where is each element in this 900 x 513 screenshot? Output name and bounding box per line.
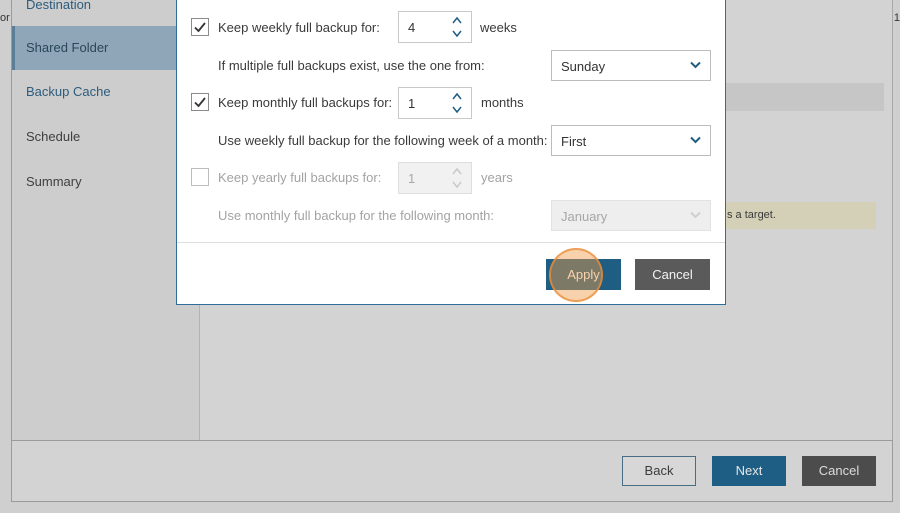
weekly-label: Keep weekly full backup for: <box>218 20 380 35</box>
monthly-checkbox[interactable] <box>191 93 209 111</box>
yearly-count-value: 1 <box>408 171 416 186</box>
weekly-count-stepper[interactable]: 4 <box>398 11 472 43</box>
check-icon <box>194 97 206 108</box>
yearly-count-stepper[interactable]: 1 <box>398 162 472 194</box>
divider <box>892 0 893 440</box>
monthly-label: Keep monthly full backups for: <box>218 95 393 110</box>
weekly-day-select[interactable]: Sunday <box>551 50 711 81</box>
chevron-down-icon <box>690 61 701 69</box>
background-panel-band <box>700 83 884 111</box>
weekly-day-label: If multiple full backups exist, use the … <box>218 58 485 73</box>
sidebar-item-shared-folder[interactable]: Shared Folder <box>12 26 199 70</box>
monthly-count-stepper[interactable]: 1 <box>398 87 472 119</box>
wizard-cancel-button[interactable]: Cancel <box>802 456 876 486</box>
edge-text-left: or <box>0 12 10 24</box>
dialog-cancel-button[interactable]: Cancel <box>635 259 710 290</box>
yearly-month-select[interactable]: January <box>551 200 711 231</box>
monthly-week-value: First <box>561 134 587 149</box>
warning-banner: s a target. <box>700 202 876 229</box>
check-icon <box>194 22 206 33</box>
retention-dialog: Keep weekly full backup for: 4 weeks If … <box>176 0 726 305</box>
weekly-unit: weeks <box>480 20 517 35</box>
edge-text-right: 1 <box>893 12 900 24</box>
monthly-unit: months <box>481 95 524 110</box>
yearly-unit: years <box>481 170 513 185</box>
apply-button[interactable]: Apply <box>546 259 621 290</box>
weekly-checkbox[interactable] <box>191 18 209 36</box>
yearly-month-label: Use monthly full backup for the followin… <box>218 208 495 223</box>
monthly-week-label: Use weekly full backup for the following… <box>218 133 548 148</box>
monthly-week-select[interactable]: First <box>551 125 711 156</box>
back-button[interactable]: Back <box>622 456 696 486</box>
sidebar-item-schedule[interactable]: Schedule <box>12 115 199 159</box>
dialog-footer-divider <box>177 242 725 243</box>
sidebar-item-destination[interactable]: Destination <box>12 0 199 27</box>
yearly-checkbox[interactable] <box>191 168 209 186</box>
sidebar-item-summary[interactable]: Summary <box>12 160 199 204</box>
sidebar-item-backup-cache[interactable]: Backup Cache <box>12 70 199 114</box>
weekly-day-value: Sunday <box>561 59 606 74</box>
chevron-down-icon <box>690 211 701 219</box>
stepper-arrows-icon[interactable] <box>451 91 463 115</box>
next-button[interactable]: Next <box>712 456 786 486</box>
stepper-arrows-icon[interactable] <box>451 15 463 39</box>
wizard-sidebar: Destination Shared Folder Backup Cache S… <box>12 0 200 440</box>
yearly-label: Keep yearly full backups for: <box>218 170 382 185</box>
footer-divider <box>12 440 893 441</box>
stepper-arrows-icon[interactable] <box>451 166 463 190</box>
monthly-count-value: 1 <box>408 96 416 111</box>
weekly-count-value: 4 <box>408 20 416 35</box>
chevron-down-icon <box>690 136 701 144</box>
yearly-month-value: January <box>561 209 608 224</box>
